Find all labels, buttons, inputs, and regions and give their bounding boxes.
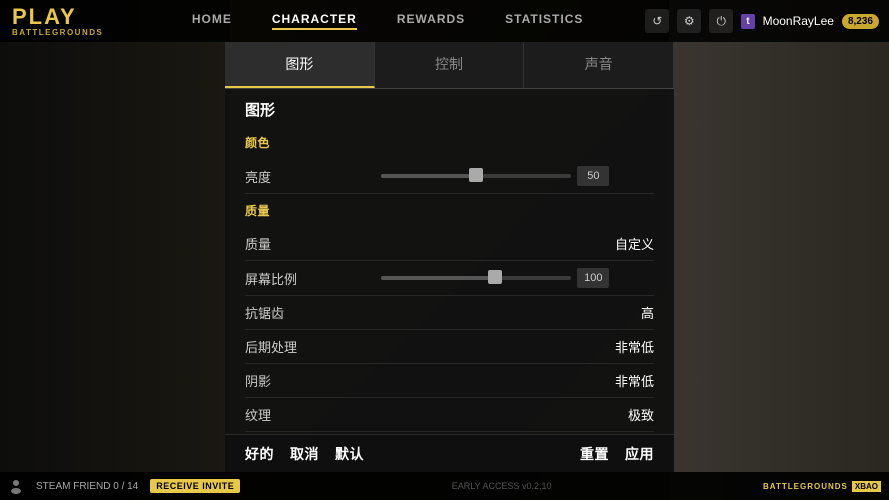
antialiasing-row: 抗锯齿 高 [245,296,654,330]
logo-play: PLAY [12,6,130,28]
resolution-fill [381,276,495,280]
shadows-row: 阴影 非常低 [245,364,654,398]
settings-button[interactable]: ⚙ [677,9,701,33]
resolution-label: 屏幕比例 [245,269,381,288]
left-actions: 好的 取消 默认 [245,444,364,464]
bg-right [669,0,889,500]
antialiasing-value[interactable]: 高 [574,303,654,322]
friends-count: STEAM FRIEND 0 / 14 [36,481,138,492]
person-icon [8,478,24,494]
resolution-thumb[interactable] [488,270,502,284]
tab-bar: 图形 控制 声音 [225,42,674,89]
nav-rewards[interactable]: REWARDS [397,12,465,30]
bg-left [0,0,230,500]
quality-row: 质量 自定义 [245,227,654,261]
resolution-slider[interactable]: 100 [381,268,654,288]
brightness-row: 亮度 50 [245,159,654,194]
quality-label: 质量 [245,234,574,253]
power-button[interactable]: ⏻ [709,9,733,33]
resolution-track[interactable] [381,276,571,280]
topbar: PLAY BATTLEGROUNDS HOME CHARACTER REWARD… [0,0,889,42]
resolution-row: 屏幕比例 100 [245,261,654,296]
shadows-label: 阴影 [245,371,574,390]
settings-content: 颜色 亮度 50 质量 质量 自定义 屏幕比例 [225,126,674,434]
quality-section-title: 质量 [245,202,654,219]
brightness-fill [381,174,476,178]
twitch-icon: t [741,14,754,29]
coins: 8,236 [842,14,879,29]
postprocessing-row: 后期处理 非常低 [245,330,654,364]
brightness-track[interactable] [381,174,571,178]
brightness-thumb[interactable] [469,168,483,182]
brand-xbao: XBAO [852,481,881,492]
ok-button[interactable]: 好的 [245,444,274,464]
textures-label: 纹理 [245,405,574,424]
bottom-brand: BATTLEGROUNDS XBAO [763,481,881,492]
bottom-actions: 好的 取消 默认 重置 应用 [225,434,674,472]
refresh-button[interactable]: ↺ [645,9,669,33]
tab-controls[interactable]: 控制 [375,42,525,88]
version-text: EARLY ACCESS v0.2.10 [252,481,751,491]
nav-character[interactable]: CHARACTER [272,12,357,30]
resolution-value: 100 [577,268,609,288]
brightness-value: 50 [577,166,609,186]
brand-pubg: BATTLEGROUNDS [763,482,848,491]
postprocessing-label: 后期处理 [245,337,574,356]
textures-row: 纹理 极致 [245,398,654,432]
content-title: 图形 [225,89,674,126]
brightness-slider[interactable]: 50 [381,166,654,186]
antialiasing-label: 抗锯齿 [245,303,574,322]
nav-right: ↺ ⚙ ⏻ t MoonRayLee 8,236 [645,9,889,33]
logo: PLAY BATTLEGROUNDS [0,6,130,37]
quality-value[interactable]: 自定义 [574,234,654,253]
username: MoonRayLee [763,14,834,28]
color-section-title: 颜色 [245,134,654,151]
brightness-label: 亮度 [245,167,381,186]
tab-audio[interactable]: 声音 [524,42,674,88]
nav-links: HOME CHARACTER REWARDS STATISTICS [130,12,645,30]
receive-invite-button[interactable]: RECEIVE INVITE [150,479,240,493]
settings-panel: 图形 控制 声音 图形 颜色 亮度 50 质量 质量 自定义 [225,42,674,472]
status-bar: STEAM FRIEND 0 / 14 RECEIVE INVITE EARLY… [0,472,889,500]
postprocessing-value[interactable]: 非常低 [574,337,654,356]
reset-button[interactable]: 重置 [580,444,609,464]
nav-home[interactable]: HOME [192,12,232,30]
cancel-button[interactable]: 取消 [290,444,319,464]
shadows-value[interactable]: 非常低 [574,371,654,390]
nav-statistics[interactable]: STATISTICS [505,12,583,30]
avatar-icon [8,478,24,494]
default-button[interactable]: 默认 [335,444,364,464]
right-actions: 重置 应用 [580,444,654,464]
textures-value[interactable]: 极致 [574,405,654,424]
logo-sub: BATTLEGROUNDS [12,28,130,37]
apply-button[interactable]: 应用 [625,444,654,464]
tab-graphics[interactable]: 图形 [225,42,375,88]
